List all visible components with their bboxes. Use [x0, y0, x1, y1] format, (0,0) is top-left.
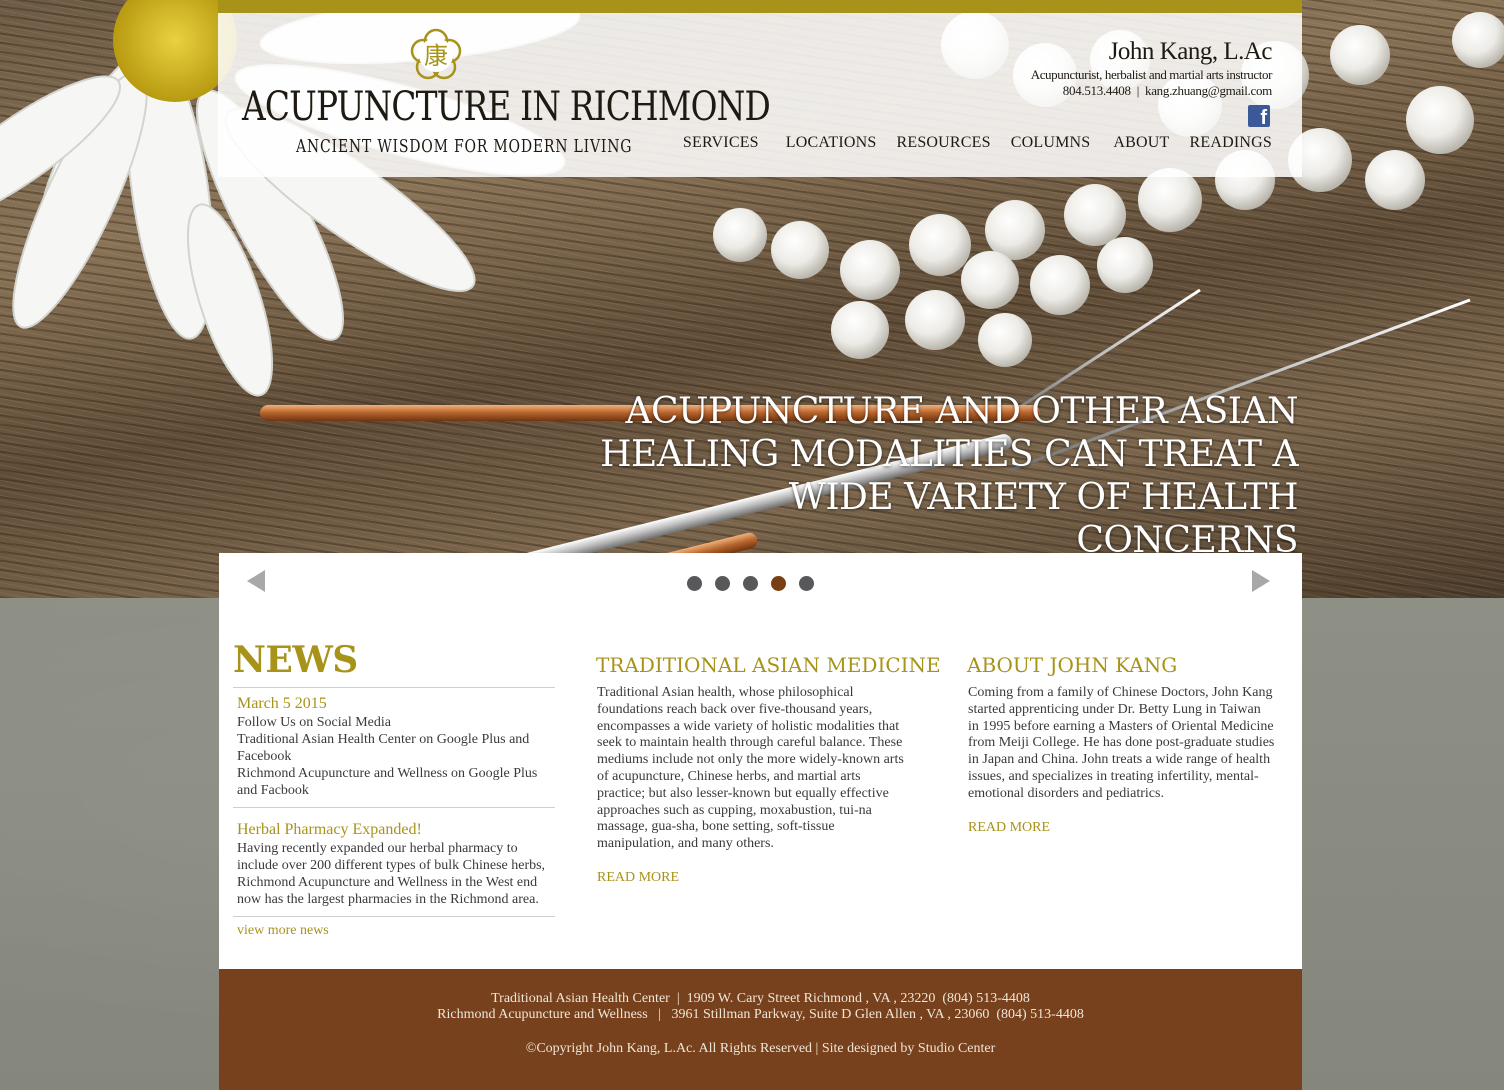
triangle-left-icon[interactable] — [245, 569, 267, 593]
contact-role: Acupuncturist, herbalist and martial art… — [1030, 67, 1273, 82]
news-item: Herbal Pharmacy Expanded! Having recentl… — [233, 808, 555, 917]
news-list: March 5 2015 Follow Us on Social Media T… — [233, 687, 555, 917]
contact-name: John Kang, L.Ac — [1108, 38, 1273, 65]
footer-address-1: Traditional Asian Health Center | 1909 W… — [491, 991, 1030, 1006]
slider-dots — [687, 576, 814, 591]
hero-headline: ACUPUNCTURE AND OTHER ASIAN HEALING MODA… — [598, 390, 1298, 562]
main-nav: SERVICES LOCATIONS RESOURCES COLUMNS ABO… — [683, 134, 1272, 152]
designer-link[interactable]: Site designed by Studio Center — [822, 1041, 995, 1056]
contact-phone[interactable]: 804.513.4408 — [1063, 83, 1131, 98]
news-line: Traditional Asian Health Center on Googl… — [237, 732, 530, 764]
news-line: Richmond Acupuncture and Wellness on Goo… — [237, 766, 538, 798]
slider-dot[interactable] — [687, 576, 702, 591]
contact-separator: | — [1136, 83, 1140, 98]
view-more-news-link[interactable]: view more news — [237, 923, 555, 939]
nav-item-about[interactable]: ABOUT — [1113, 134, 1169, 152]
slider-dot-active[interactable] — [771, 576, 786, 591]
section-heading: ABOUT JOHN KANG — [967, 653, 1178, 677]
site-tagline: ANCIENT WISDOM FOR MODERN LIVING — [296, 136, 633, 157]
facebook-icon[interactable]: f — [1248, 105, 1270, 127]
nav-item-locations[interactable]: LOCATIONS — [786, 134, 877, 152]
news-column: NEWS March 5 2015 Follow Us on Social Me… — [233, 609, 555, 939]
site-footer: Traditional Asian Health Center | 1909 W… — [219, 969, 1302, 1090]
contact-email-link[interactable]: kang.zhuang@gmail.com — [1145, 83, 1272, 98]
section-heading: TRADITIONAL ASIAN MEDICINE — [596, 653, 941, 677]
hero-line-3: WIDE VARIETY OF HEALTH CONCERNS — [788, 477, 1299, 561]
nav-item-readings[interactable]: READINGS — [1190, 134, 1273, 152]
read-more-link[interactable]: READ MORE — [967, 820, 1050, 836]
nav-item-columns[interactable]: COLUMNS — [1011, 134, 1091, 152]
slider-dot[interactable] — [799, 576, 814, 591]
header-accent-bar — [218, 0, 1302, 13]
footer-address-2: Richmond Acupuncture and Wellness | 3961… — [437, 1007, 1084, 1022]
nav-item-services[interactable]: SERVICES — [683, 134, 759, 152]
chinese-seal-flower-icon[interactable]: 康 — [410, 28, 462, 80]
read-more-link[interactable]: READ MORE — [596, 870, 679, 886]
news-line: Follow Us on Social Media — [237, 715, 391, 730]
nav-item-resources[interactable]: RESOURCES — [896, 134, 990, 152]
site-logo-title[interactable]: ACUPUNCTURE IN RICHMOND — [242, 84, 771, 130]
main-content: NEWS March 5 2015 Follow Us on Social Me… — [219, 609, 1302, 969]
slider-dot[interactable] — [743, 576, 758, 591]
contact-details: 804.513.4408 | kang.zhuang@gmail.com — [1063, 83, 1273, 99]
copyright-separator: | — [812, 1041, 822, 1056]
copyright-text: ©Copyright John Kang, L.Ac. All Rights R… — [525, 1041, 813, 1056]
footer-copyright: ©Copyright John Kang, L.Ac. All Rights R… — [219, 1041, 1302, 1057]
news-title[interactable]: Herbal Pharmacy Expanded! — [237, 820, 551, 840]
news-item: March 5 2015 Follow Us on Social Media T… — [233, 688, 555, 808]
news-body: Having recently expanded our herbal phar… — [237, 841, 546, 907]
about-column: ABOUT JOHN KANG Coming from a family of … — [967, 609, 1275, 836]
traditional-medicine-column: TRADITIONAL ASIAN MEDICINE Traditional A… — [596, 609, 941, 886]
slider-controls — [219, 553, 1302, 609]
hero-line-2: HEALING MODALITIES CAN TREAT A — [600, 434, 1298, 475]
news-date[interactable]: March 5 2015 — [237, 694, 551, 714]
section-body: Traditional Asian health, whose philosop… — [597, 685, 904, 852]
site-header: 康 ACUPUNCTURE IN RICHMOND ANCIENT WISDOM… — [218, 0, 1302, 177]
news-heading: NEWS — [233, 639, 358, 681]
section-body: Coming from a family of Chinese Doctors,… — [968, 685, 1275, 801]
hero-line-1: ACUPUNCTURE AND OTHER ASIAN — [625, 391, 1299, 432]
slider-dot[interactable] — [715, 576, 730, 591]
svg-text:康: 康 — [424, 42, 448, 70]
triangle-right-icon[interactable] — [1250, 569, 1272, 593]
